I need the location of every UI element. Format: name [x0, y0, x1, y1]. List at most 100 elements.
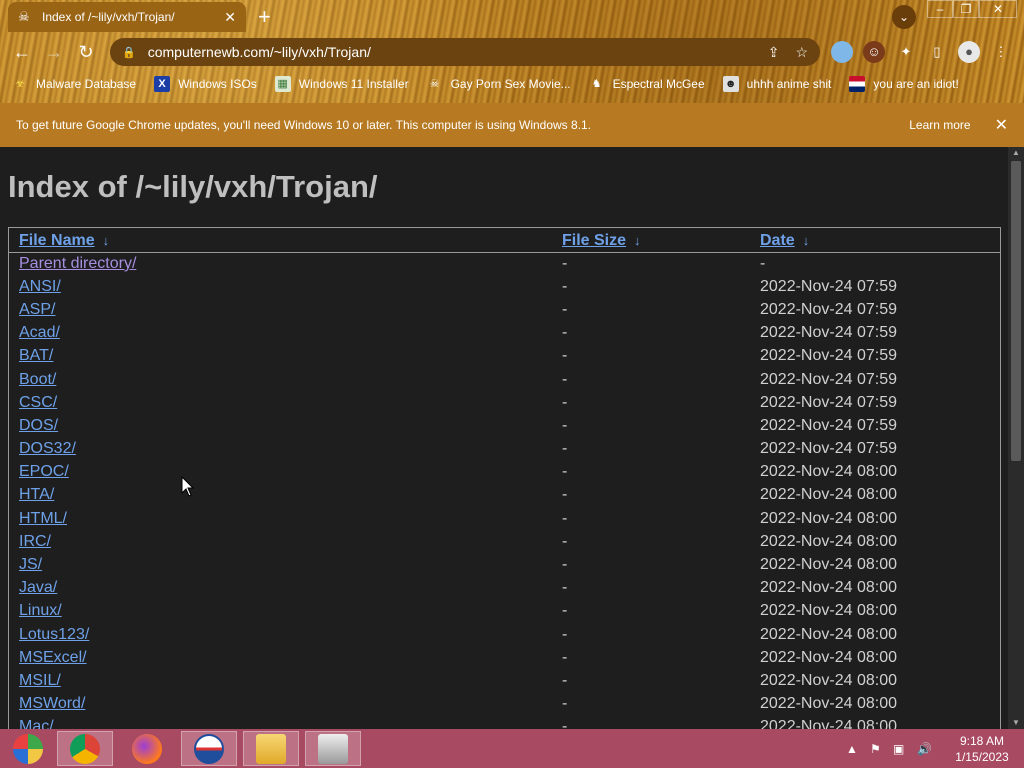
table-row: Java/ - 2022-Nov-24 08:00: [9, 577, 1000, 600]
address-bar[interactable]: 🔒 computernewb.com/~lily/vxh/Trojan/ ⇪ ☆: [110, 38, 820, 66]
file-name-cell: HTML/: [9, 507, 552, 530]
col-file-size: File Size ↓: [552, 230, 750, 253]
taskbar-store[interactable]: [305, 731, 361, 766]
x-icon: X: [154, 76, 171, 92]
lock-icon[interactable]: 🔒: [122, 46, 136, 59]
date-cell: 2022-Nov-24 07:59: [760, 347, 897, 365]
table-row: ANSI/ - 2022-Nov-24 07:59: [9, 275, 1000, 298]
taskbar-firefox[interactable]: [119, 731, 175, 766]
avatar-extension-icon[interactable]: ☺: [863, 41, 885, 63]
folder-link[interactable]: Linux/: [19, 602, 62, 619]
network-icon[interactable]: ▣: [893, 729, 904, 768]
character-icon: ♞: [591, 78, 602, 90]
volume-icon[interactable]: 🔊: [917, 729, 932, 768]
taskbar-chrome[interactable]: [57, 731, 113, 766]
url-text[interactable]: computernewb.com/~lily/vxh/Trojan/: [148, 44, 752, 60]
infobar-close-icon[interactable]: ✕: [995, 115, 1008, 135]
file-name-cell: JS/: [9, 553, 552, 576]
col-file-name: File Name ↓: [9, 230, 552, 253]
file-size-cell: -: [562, 671, 568, 689]
table-row: DOS32/ - 2022-Nov-24 07:59: [9, 438, 1000, 461]
flag-icon: [849, 76, 866, 92]
bookmark-malware-database[interactable]: ☣ Malware Database: [12, 76, 136, 92]
start-button[interactable]: [0, 731, 56, 766]
folder-link[interactable]: BAT/: [19, 347, 53, 364]
skull-favicon-icon: ☠: [18, 9, 30, 24]
action-center-flag-icon[interactable]: ⚑: [870, 729, 881, 768]
date-cell: -: [760, 254, 766, 272]
bookmark-movie[interactable]: ☠ Gay Porn Sex Movie...: [427, 76, 571, 92]
folder-link[interactable]: ASP/: [19, 301, 55, 318]
folder-link[interactable]: HTA/: [19, 486, 54, 503]
folder-link[interactable]: JS/: [19, 556, 42, 573]
scroll-down-icon[interactable]: ▼: [1008, 717, 1024, 729]
date-cell: 2022-Nov-24 07:59: [760, 440, 897, 458]
share-icon[interactable]: ⇪: [768, 44, 780, 61]
file-size-cell: -: [562, 277, 568, 295]
bookmark-espectral-mcgee[interactable]: ♞ Espectral McGee: [589, 76, 705, 92]
sort-file-size-link[interactable]: File Size: [562, 232, 626, 249]
bookmark-anime[interactable]: ☻ uhhh anime shit: [722, 76, 831, 92]
flag-extension-icon[interactable]: [831, 41, 853, 63]
folder-link[interactable]: Lotus123/: [19, 626, 89, 643]
scroll-up-icon[interactable]: ▲: [1008, 147, 1024, 159]
parent-directory-link[interactable]: Parent directory/: [19, 255, 136, 272]
date-cell: 2022-Nov-24 07:59: [760, 277, 897, 295]
sort-arrow-icon[interactable]: ↓: [103, 233, 110, 248]
folder-link[interactable]: EPOC/: [19, 463, 69, 480]
bookmark-star-icon[interactable]: ☆: [795, 44, 808, 61]
date-cell: 2022-Nov-24 08:00: [760, 625, 897, 643]
sort-arrow-icon[interactable]: ↓: [634, 233, 641, 248]
tab-close-icon[interactable]: ✕: [224, 9, 236, 26]
show-hidden-icons[interactable]: ▲: [846, 729, 858, 768]
folder-link[interactable]: DOS/: [19, 417, 58, 434]
clock[interactable]: 9:18 AM 1/15/2023: [944, 733, 1020, 765]
extensions-puzzle-icon[interactable]: ✦: [895, 41, 917, 63]
taskbar-file-explorer[interactable]: [243, 731, 299, 766]
tab-search-chevron-icon[interactable]: ⌄: [892, 5, 916, 29]
folder-link[interactable]: IRC/: [19, 533, 51, 550]
profile-avatar-icon[interactable]: ●: [958, 41, 980, 63]
bookmark-windows-11-installer[interactable]: ▦ Windows 11 Installer: [274, 76, 409, 92]
page-content: Index of /~lily/vxh/Trojan/ File Name ↓ F…: [0, 147, 1008, 729]
folder-link[interactable]: Java/: [19, 579, 57, 596]
new-tab-button[interactable]: +: [258, 4, 271, 30]
bookmark-windows-isos[interactable]: X Windows ISOs: [154, 76, 257, 92]
sort-date-link[interactable]: Date: [760, 232, 795, 249]
close-window-button[interactable]: ✕: [979, 0, 1017, 18]
reload-icon[interactable]: ↻: [74, 40, 98, 64]
folder-link[interactable]: Boot/: [19, 371, 56, 388]
side-panel-icon[interactable]: ▯: [926, 41, 948, 63]
back-arrow-icon[interactable]: ←: [10, 40, 34, 64]
sort-file-name-link[interactable]: File Name: [19, 232, 95, 249]
sort-arrow-icon[interactable]: ↓: [803, 233, 810, 248]
tab-active[interactable]: ☠ Index of /~lily/vxh/Trojan/ ✕: [8, 2, 246, 32]
folder-link[interactable]: MSIL/: [19, 672, 61, 689]
restore-button[interactable]: ❐: [953, 0, 979, 18]
folder-link[interactable]: Mac/: [19, 718, 54, 729]
file-size-cell: -: [562, 393, 568, 411]
folder-link[interactable]: HTML/: [19, 510, 67, 527]
folder-icon: [256, 733, 286, 764]
minimize-button[interactable]: –: [927, 0, 953, 18]
folder-link[interactable]: MSWord/: [19, 695, 85, 712]
file-name-cell: Mac/: [9, 716, 552, 729]
file-table: File Name ↓ File Size ↓ Date ↓ Parent direc…: [9, 230, 1000, 729]
clock-date: 1/15/2023: [955, 750, 1009, 764]
folder-link[interactable]: ANSI/: [19, 278, 61, 295]
learn-more-link[interactable]: Learn more: [909, 118, 970, 132]
folder-link[interactable]: DOS32/: [19, 440, 76, 457]
file-size-cell: -: [562, 695, 568, 713]
file-size-cell: -: [562, 324, 568, 342]
folder-link[interactable]: CSC/: [19, 394, 57, 411]
folder-link[interactable]: MSExcel/: [19, 649, 87, 666]
bookmark-you-are-an-idiot[interactable]: you are an idiot!: [849, 76, 959, 92]
folder-link[interactable]: Acad/: [19, 324, 60, 341]
image-icon: ▦: [274, 76, 291, 92]
vertical-scrollbar[interactable]: ▲ ▼: [1008, 147, 1024, 729]
menu-kebab-icon[interactable]: ⋮: [990, 41, 1012, 63]
scrollbar-thumb[interactable]: [1011, 161, 1021, 461]
taskbar-obama[interactable]: [181, 731, 237, 766]
file-name-cell: DOS/: [9, 414, 552, 437]
forward-arrow-icon[interactable]: →: [42, 40, 66, 64]
